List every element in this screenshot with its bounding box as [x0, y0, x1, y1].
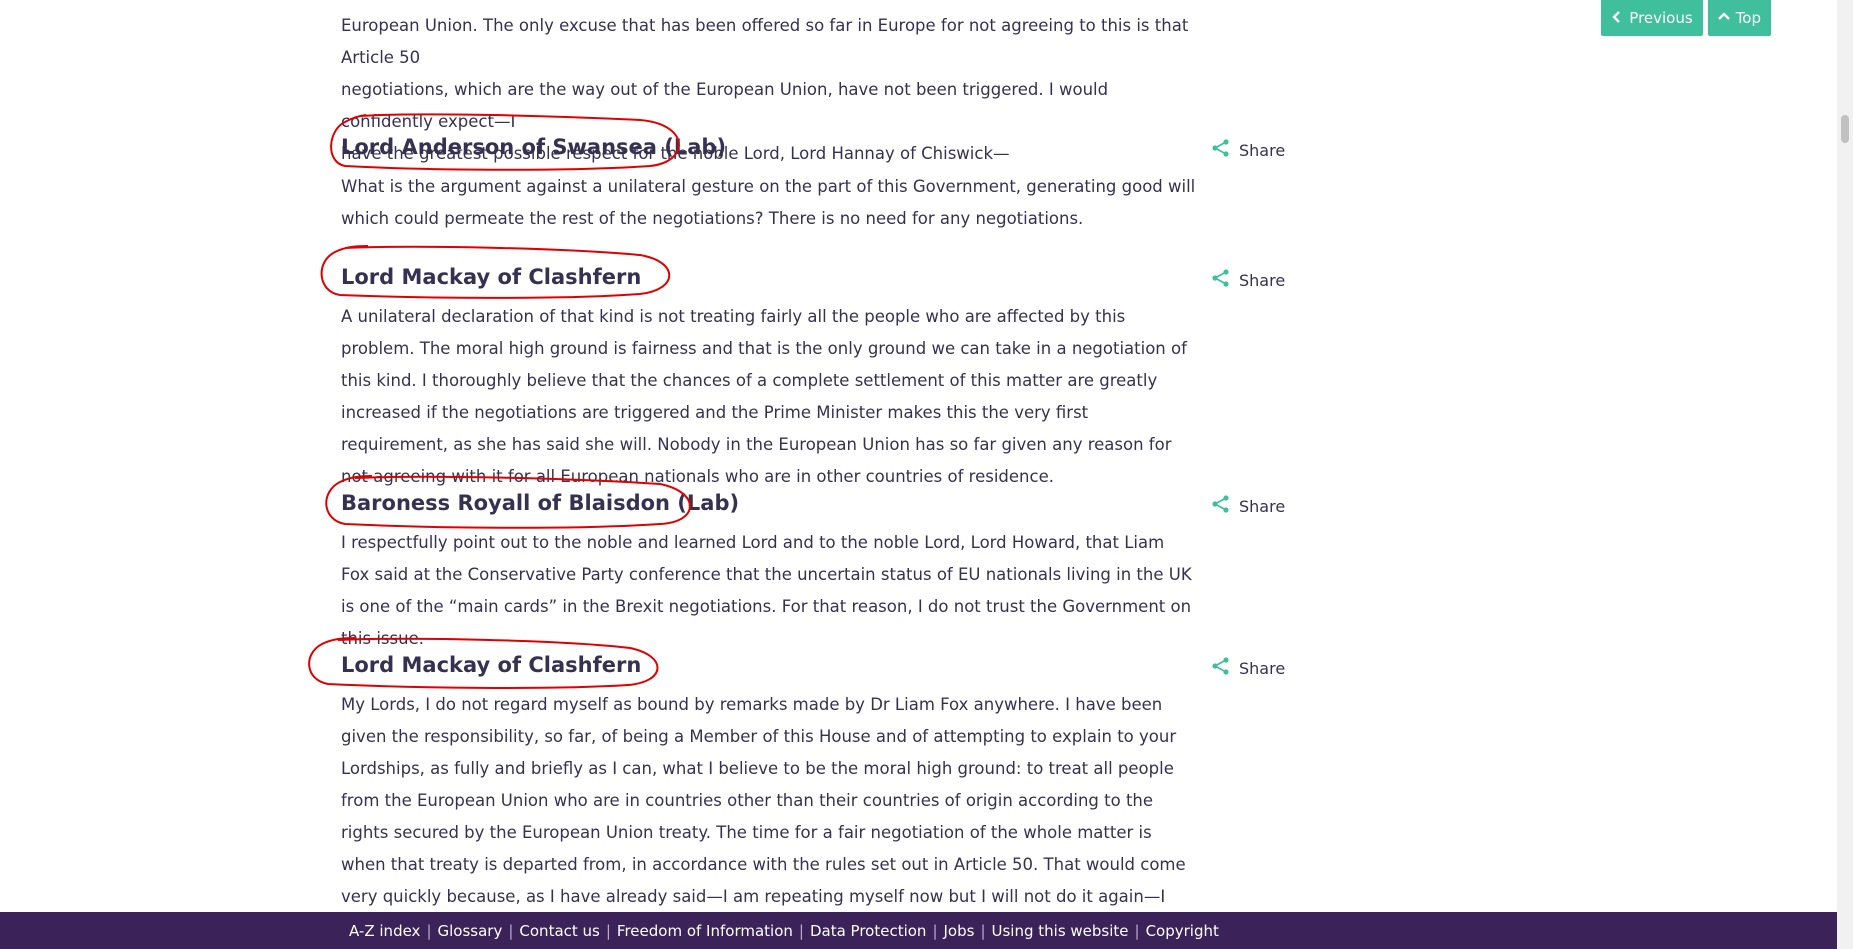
share-button[interactable]: Share [1211, 656, 1285, 680]
share-label: Share [1239, 140, 1286, 160]
previous-paragraph-line: European Union. The only excuse that has… [341, 16, 1189, 67]
previous-paragraph-line: negotiations, which are the way out of t… [341, 80, 1109, 131]
footer-link-using-this-website[interactable]: Using this website [992, 922, 1129, 940]
contribution-text: I respectfully point out to the noble an… [341, 533, 1192, 648]
share-label: Share [1239, 496, 1286, 516]
chevron-left-icon [1611, 9, 1623, 27]
vertical-scrollbar[interactable] [1837, 0, 1853, 949]
page-content: European Union. The only excuse that has… [0, 0, 1853, 949]
share-icon [1211, 656, 1231, 680]
speaker-name[interactable]: Lord Mackay of Clashfern [341, 653, 641, 677]
share-label: Share [1239, 270, 1286, 290]
share-icon [1211, 494, 1231, 518]
footer-link-jobs[interactable]: Jobs [944, 922, 975, 940]
footer-link-foi[interactable]: Freedom of Information [617, 922, 793, 940]
speaker-name[interactable]: Baroness Royall of Blaisdon (Lab) [341, 491, 739, 515]
top-button[interactable]: Top [1707, 0, 1771, 36]
speaker-name[interactable]: Lord Anderson of Swansea (Lab) [341, 135, 726, 159]
chevron-up-icon [1717, 9, 1730, 27]
footer-link-copyright[interactable]: Copyright [1146, 922, 1219, 940]
share-icon [1211, 268, 1231, 292]
share-label: Share [1239, 658, 1286, 678]
share-icon [1211, 138, 1231, 162]
footer-link-contact-us[interactable]: Contact us [519, 922, 599, 940]
share-button[interactable]: Share [1211, 138, 1285, 162]
previous-button[interactable]: Previous [1601, 0, 1703, 36]
footer-bar: A-Z index | Glossary | Contact us | Freedom… [0, 912, 1837, 949]
page-nav-buttons: Previous Top [1601, 0, 1771, 36]
footer-link-glossary[interactable]: Glossary [438, 922, 503, 940]
footer-link-data-protection[interactable]: Data Protection [810, 922, 926, 940]
contribution-text: A unilateral declaration of that kind is… [341, 307, 1187, 486]
scrollbar-thumb[interactable] [1841, 115, 1849, 143]
speaker-name[interactable]: Lord Mackay of Clashfern [341, 265, 641, 289]
contribution-text: What is the argument against a unilatera… [341, 177, 1196, 228]
previous-label: Previous [1629, 9, 1693, 27]
contribution-text: My Lords, I do not regard myself as boun… [341, 695, 1186, 938]
share-button[interactable]: Share [1211, 268, 1285, 292]
share-button[interactable]: Share [1211, 494, 1285, 518]
top-label: Top [1735, 9, 1761, 27]
footer-link-az-index[interactable]: A-Z index [349, 922, 420, 940]
